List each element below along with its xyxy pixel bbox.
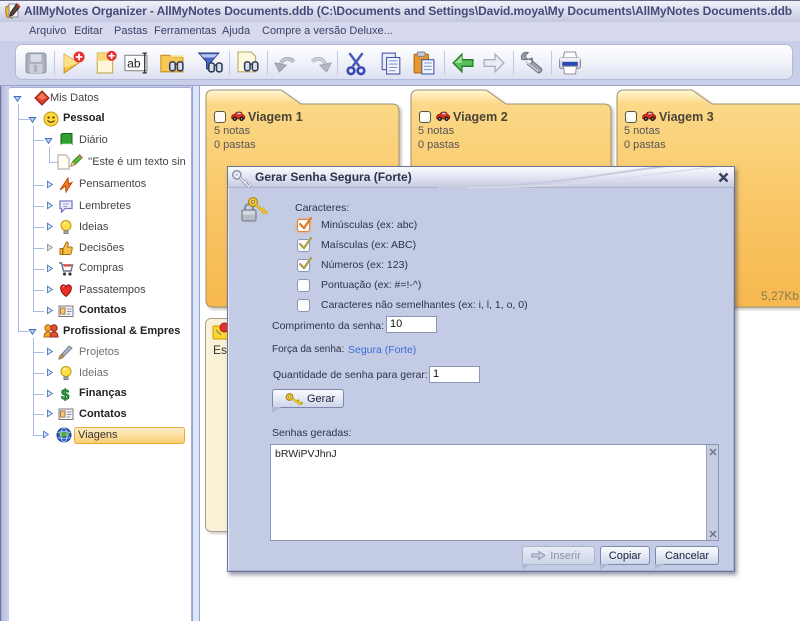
svg-text:$: $ xyxy=(61,387,70,403)
